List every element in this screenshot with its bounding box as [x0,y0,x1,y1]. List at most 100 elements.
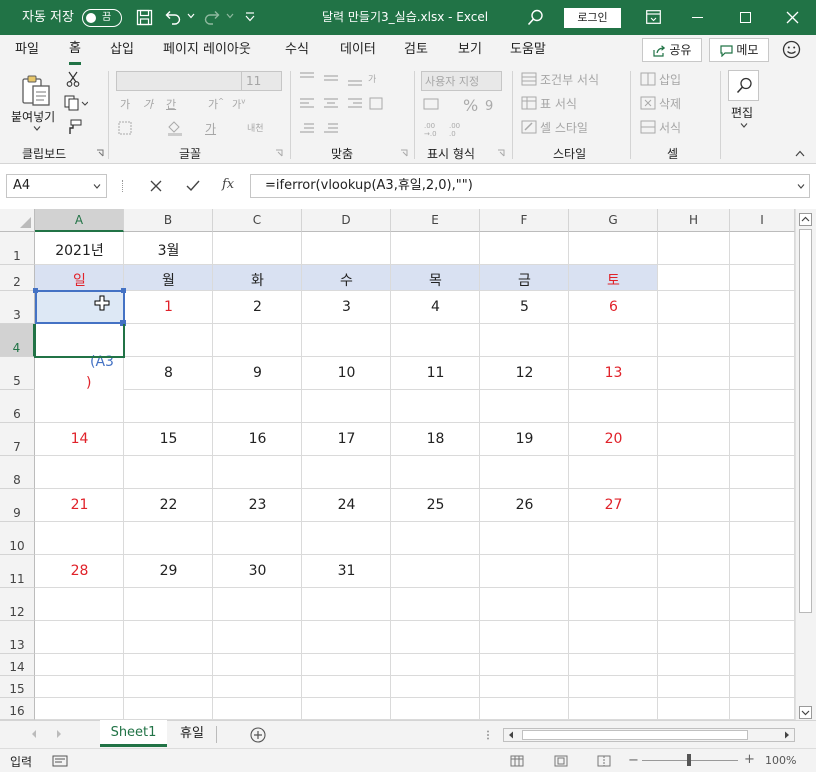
format-cells-label[interactable]: 서식 [659,119,681,136]
fill-color-icon[interactable] [166,120,184,136]
format-as-table-label[interactable]: 표 서식 [540,95,577,112]
tab-home[interactable]: 홈 [69,35,81,65]
grow-font-button[interactable]: 가^ [208,96,224,112]
align-top-icon[interactable]: 가 [298,71,388,87]
horizontal-scrollbar[interactable] [503,728,795,742]
collapse-ribbon-icon[interactable] [795,150,805,157]
row-header-5[interactable]: 5 [0,357,35,390]
number-format-dropdown[interactable]: 사용자 지정 [421,71,502,91]
day-cell[interactable]: 10 [302,365,391,381]
weekday-thu[interactable]: 목 [391,270,480,290]
day-cell[interactable]: 24 [302,497,391,513]
insert-function-icon[interactable]: fx [222,177,234,192]
day-cell[interactable]: 13 [569,365,658,381]
alignment-launcher-icon[interactable] [400,149,408,157]
zoom-slider-thumb[interactable] [687,754,691,766]
column-header-i[interactable]: I [730,209,795,232]
feedback-smiley-icon[interactable] [782,40,801,59]
next-sheet-icon[interactable] [55,729,63,739]
day-cell[interactable]: 25 [391,497,480,513]
cell-styles-icon[interactable] [521,120,537,134]
delete-cells-icon[interactable] [640,96,656,110]
conditional-format-icon[interactable] [521,72,537,86]
zoom-out-icon[interactable]: − [628,753,639,768]
day-cell[interactable]: 3 [302,299,391,315]
row-header-11[interactable]: 11 [0,555,35,588]
prev-sheet-icon[interactable] [30,729,38,739]
autosave-toggle[interactable]: 끔 [82,9,122,27]
scroll-left-button[interactable] [506,730,516,740]
vertical-scrollbar[interactable] [795,209,816,720]
tab-review[interactable]: 검토 [404,35,428,65]
reference-handle[interactable] [121,288,126,293]
accessibility-icon[interactable] [52,755,68,767]
comments-button[interactable]: 메모 [709,38,769,62]
horizontal-scroll-thumb[interactable] [522,730,748,740]
column-header-h[interactable]: H [658,209,730,232]
day-cell[interactable]: 27 [569,497,658,513]
login-button[interactable]: 로그인 [564,8,621,28]
name-box-dropdown-icon[interactable] [93,184,101,189]
day-cell[interactable]: 15 [124,431,213,447]
zoom-in-icon[interactable]: + [744,752,755,767]
day-cell[interactable]: 5 [480,299,569,315]
row-header-10[interactable]: 10 [0,522,35,555]
sheet-tab-holidays[interactable]: 휴일 [168,721,216,747]
editing-dropdown-icon[interactable] [740,123,748,128]
day-cell[interactable]: 9 [213,365,302,381]
redo-dropdown-icon[interactable] [226,13,234,19]
worksheet-grid[interactable]: A B C D E F G H I 1 2 3 4 5 6 7 8 9 10 1… [0,209,816,720]
row-header-9[interactable]: 9 [0,489,35,522]
underline-icon[interactable]: 간 [166,96,176,112]
column-header-a[interactable]: A [35,209,124,232]
row-header-13[interactable]: 13 [0,621,35,654]
day-cell[interactable]: 8 [124,365,213,381]
redo-icon[interactable] [203,9,221,26]
editing-button[interactable] [728,70,759,101]
enter-entry-icon[interactable] [186,180,200,192]
weekday-sat[interactable]: 토 [569,270,658,290]
row-header-7[interactable]: 7 [0,423,35,456]
scroll-down-button[interactable] [799,706,812,719]
customize-qat-icon[interactable] [245,11,255,23]
paste-label[interactable]: 붙여넣기 [11,108,55,125]
day-cell[interactable]: 12 [480,365,569,381]
sheet-tab-sheet1[interactable]: Sheet1 [100,720,167,747]
share-button[interactable]: 공유 [642,38,702,62]
column-header-f[interactable]: F [480,209,569,232]
weekday-mon[interactable]: 월 [124,270,213,290]
day-cell[interactable]: 20 [569,431,658,447]
row-header-15[interactable]: 15 [0,676,35,698]
weekday-fri[interactable]: 금 [480,270,569,290]
column-header-g[interactable]: G [569,209,658,232]
insert-cells-icon[interactable] [640,72,656,86]
cell-b1[interactable]: 3월 [124,240,213,260]
editing-label[interactable]: 편집 [731,104,753,121]
row-header-12[interactable]: 12 [0,588,35,621]
weekday-tue[interactable]: 화 [213,270,302,290]
decimal-icon[interactable]: .00 →.0.00.0 [423,121,473,137]
scroll-thumb[interactable] [799,229,812,613]
row-header-16[interactable]: 16 [0,698,35,720]
tab-insert[interactable]: 삽입 [110,35,134,65]
day-cell[interactable]: 16 [213,431,302,447]
day-cell[interactable]: 1 [124,299,213,315]
number-launcher-icon[interactable] [497,149,505,157]
weekday-wed[interactable]: 수 [302,270,391,290]
page-break-view-icon[interactable] [597,755,611,767]
scroll-up-button[interactable] [799,213,812,226]
italic-icon[interactable]: 가 [143,96,153,112]
day-cell[interactable]: 2 [213,299,302,315]
font-name-dropdown[interactable] [116,71,242,91]
close-button[interactable] [786,11,799,24]
reference-handle[interactable] [33,288,38,293]
cell-styles-label[interactable]: 셀 스타일 [540,119,588,136]
page-layout-view-icon[interactable] [554,755,568,767]
day-cell[interactable]: 21 [35,497,124,513]
day-cell[interactable]: 11 [391,365,480,381]
day-cell[interactable]: 31 [302,563,391,579]
day-cell[interactable]: 18 [391,431,480,447]
add-sheet-icon[interactable] [250,727,266,743]
search-icon[interactable] [527,9,544,26]
tab-page-layout[interactable]: 페이지 레이아웃 [163,35,251,65]
